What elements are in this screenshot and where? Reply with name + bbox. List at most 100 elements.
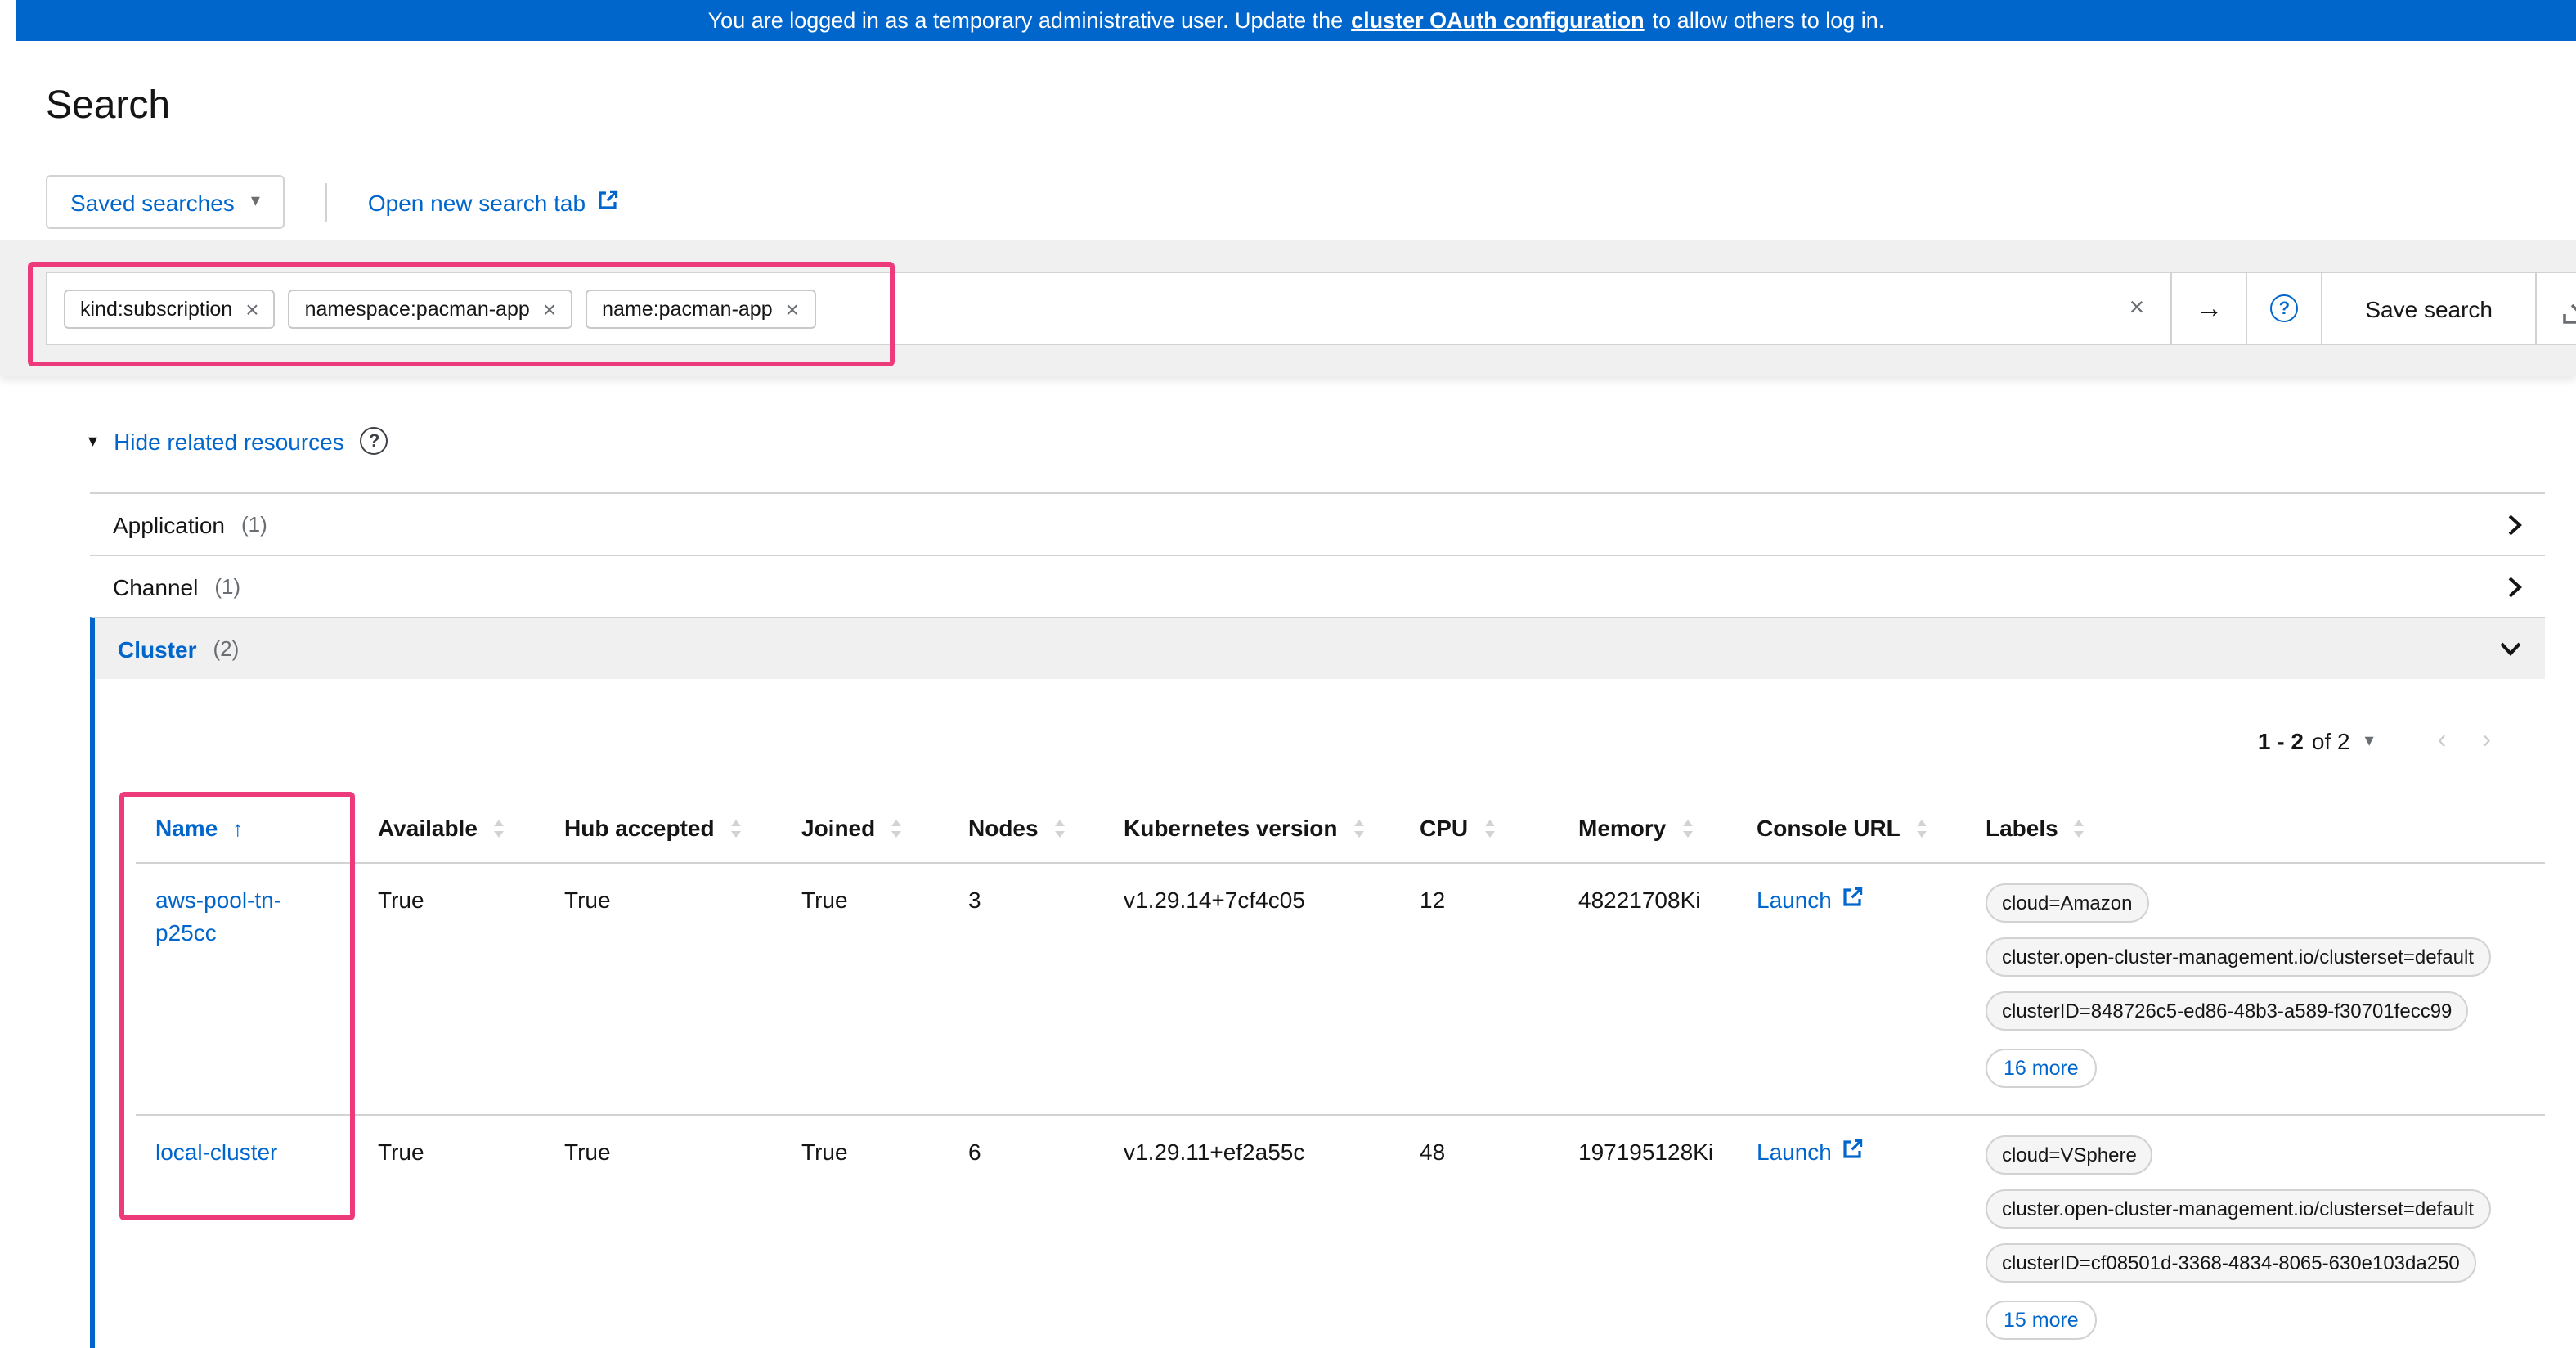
sort-icon — [1681, 818, 1694, 839]
oauth-configuration-link[interactable]: cluster OAuth configuration — [1351, 8, 1645, 33]
saved-searches-label: Saved searches — [70, 189, 235, 215]
column-header-kubernetes-version[interactable]: Kubernetes version — [1104, 793, 1400, 863]
section-cluster-header[interactable]: Cluster (2) — [95, 618, 2545, 679]
hub-accepted-cell: True — [545, 863, 782, 1115]
pagination-top: 1 - 2of 2 ▾ ‹ › — [95, 679, 2545, 771]
column-header-console-url[interactable]: Console URL — [1737, 793, 1966, 863]
section-count: (2) — [213, 636, 239, 661]
cluster-name-link[interactable]: aws-pool-tn-p25cc — [155, 887, 281, 946]
cluster-name-link[interactable]: local-cluster — [155, 1139, 277, 1165]
search-chip-group: kind:subscription × namespace:pacman-app… — [47, 273, 2103, 344]
label-pill[interactable]: cluster.open-cluster-management.io/clust… — [1986, 937, 2490, 977]
chip-close-icon[interactable]: × — [543, 297, 556, 320]
section-application[interactable]: Application (1) — [90, 492, 2545, 555]
column-header-hub-accepted[interactable]: Hub accepted — [545, 793, 782, 863]
label-pill[interactable]: cloud=VSphere — [1986, 1135, 2153, 1175]
sort-icon — [729, 818, 743, 839]
column-label: Console URL — [1757, 815, 1901, 841]
column-header-name[interactable]: Name↑ — [136, 793, 358, 863]
launch-console-link[interactable]: Launch — [1757, 883, 1863, 916]
chevron-right-icon — [2507, 513, 2522, 536]
chip-close-icon[interactable]: × — [786, 297, 799, 320]
section-count: (1) — [241, 512, 267, 537]
kubernetes-version-cell: v1.29.11+ef2a55c — [1104, 1115, 1400, 1348]
section-cluster-expanded: Cluster (2) 1 - 2of 2 ▾ ‹ › — [90, 617, 2545, 1348]
label-pill[interactable]: clusterID=848726c5-ed86-48b3-a589-f30701… — [1986, 991, 2468, 1031]
nodes-cell: 3 — [949, 863, 1104, 1115]
pagination-next-button[interactable]: › — [2464, 726, 2509, 756]
launch-label: Launch — [1757, 883, 1832, 916]
column-header-labels[interactable]: Labels — [1966, 793, 2545, 863]
kubernetes-version-cell: v1.29.14+7cf4c05 — [1104, 863, 1400, 1115]
caret-down-icon[interactable]: ▾ — [88, 430, 97, 452]
column-header-nodes[interactable]: Nodes — [949, 793, 1104, 863]
search-help-button[interactable]: ? — [2247, 273, 2321, 344]
labels-cell: cloud=Amazon cluster.open-cluster-manage… — [1966, 863, 2545, 1115]
section-label: Application — [113, 511, 225, 537]
related-help-icon[interactable]: ? — [361, 427, 388, 455]
cpu-cell: 12 — [1400, 863, 1559, 1115]
search-chip: name:pacman-app × — [586, 289, 815, 328]
saved-searches-dropdown[interactable]: Saved searches ▾ — [46, 175, 285, 229]
export-icon[interactable] — [2537, 273, 2576, 344]
run-search-button[interactable]: → — [2172, 273, 2246, 344]
table-header-row: Name↑ Available Hub accepted Joined Node… — [136, 793, 2545, 863]
external-link-icon — [1842, 1135, 1863, 1168]
save-search-button[interactable]: Save search — [2322, 273, 2535, 344]
page-title: Search — [46, 83, 2530, 129]
search-toolbar: kind:subscription × namespace:pacman-app… — [0, 240, 2576, 376]
sort-icon — [1352, 818, 1365, 839]
cluster-row: aws-pool-tn-p25cc True True True 3 v1.29… — [136, 863, 2545, 1115]
available-cell: True — [358, 1115, 545, 1348]
header-toolbar: Saved searches ▾ Open new search tab — [46, 175, 2530, 229]
open-new-search-tab-link[interactable]: Open new search tab — [368, 189, 618, 215]
nodes-cell: 6 — [949, 1115, 1104, 1348]
memory-cell: 48221708Ki — [1559, 863, 1737, 1115]
labels-more-button[interactable]: 16 more — [1986, 1049, 2097, 1088]
chip-label: name:pacman-app — [602, 297, 772, 320]
available-cell: True — [358, 863, 545, 1115]
section-channel[interactable]: Channel (1) — [90, 555, 2545, 617]
sort-icon — [492, 818, 505, 839]
label-pill[interactable]: clusterID=cf08501d-3368-4834-8065-630e10… — [1986, 1243, 2476, 1283]
sort-icon — [2073, 818, 2086, 839]
console-url-cell: Launch — [1737, 1115, 1966, 1348]
chevron-down-icon — [2499, 641, 2522, 656]
section-label: Cluster — [118, 636, 196, 662]
column-header-joined[interactable]: Joined — [782, 793, 949, 863]
column-label: Memory — [1578, 815, 1666, 841]
banner-text-after: to allow others to log in. — [1653, 8, 1885, 33]
label-pill[interactable]: cluster.open-cluster-management.io/clust… — [1986, 1189, 2490, 1229]
help-icon: ? — [2270, 294, 2298, 322]
cpu-cell: 48 — [1400, 1115, 1559, 1348]
search-controls: × → ? Save search — [2103, 273, 2576, 344]
search-input[interactable] — [828, 294, 2103, 323]
label-pill[interactable]: cloud=Amazon — [1986, 883, 2148, 923]
column-label: Kubernetes version — [1124, 815, 1337, 841]
pagination-prev-button[interactable]: ‹ — [2420, 726, 2465, 756]
chevron-right-icon — [2507, 575, 2522, 598]
name-cell: aws-pool-tn-p25cc — [136, 863, 358, 1115]
column-label: Joined — [801, 815, 875, 841]
column-header-cpu[interactable]: CPU — [1400, 793, 1559, 863]
pagination-menu-caret-icon[interactable]: ▾ — [2365, 732, 2374, 750]
labels-cell: cloud=VSphere cluster.open-cluster-manag… — [1966, 1115, 2545, 1348]
column-header-available[interactable]: Available — [358, 793, 545, 863]
name-cell: local-cluster — [136, 1115, 358, 1348]
vertical-divider — [325, 182, 327, 222]
launch-console-link[interactable]: Launch — [1757, 1135, 1863, 1168]
sort-icon — [890, 818, 903, 839]
caret-down-icon: ▾ — [251, 193, 260, 211]
search-bar[interactable]: kind:subscription × namespace:pacman-app… — [46, 272, 2576, 345]
joined-cell: True — [782, 863, 949, 1115]
sort-icon — [1053, 818, 1066, 839]
labels-more-button[interactable]: 15 more — [1986, 1301, 2097, 1340]
column-header-memory[interactable]: Memory — [1559, 793, 1737, 863]
external-link-icon — [597, 189, 618, 215]
clear-search-button[interactable]: × — [2103, 273, 2171, 344]
external-link-icon — [1842, 883, 1863, 916]
chip-label: namespace:pacman-app — [305, 297, 530, 320]
hide-related-resources-link[interactable]: Hide related resources — [114, 428, 344, 454]
chip-close-icon[interactable]: × — [245, 297, 258, 320]
memory-cell: 197195128Ki — [1559, 1115, 1737, 1348]
